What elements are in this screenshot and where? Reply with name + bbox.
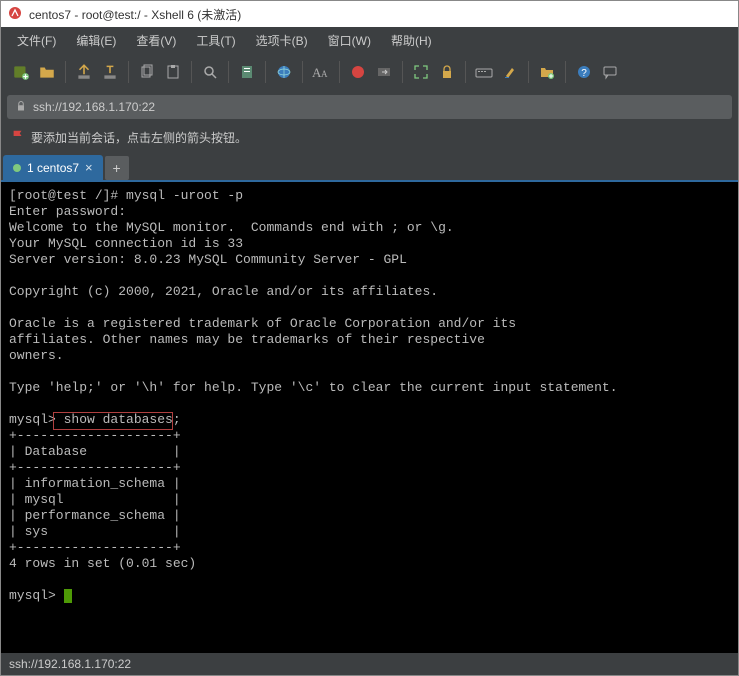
statusbar-text: ssh://192.168.1.170:22 xyxy=(9,657,131,671)
statusbar: ssh://192.168.1.170:22 xyxy=(1,653,738,675)
table-row: | sys | xyxy=(9,524,181,539)
transfer-button[interactable] xyxy=(372,60,396,84)
add-tab-button[interactable]: + xyxy=(105,156,129,180)
sql-command: show databases; xyxy=(64,412,181,427)
table-separator: +--------------------+ xyxy=(9,540,181,555)
open-session-button[interactable] xyxy=(35,60,59,84)
terminal-line: [root@test /]# mysql -uroot -p xyxy=(9,188,243,203)
terminal-line: Type 'help;' or '\h' for help. Type '\c'… xyxy=(9,380,618,395)
separator xyxy=(402,61,403,83)
menu-view[interactable]: 查看(V) xyxy=(128,29,184,52)
table-row: | mysql | xyxy=(9,492,181,507)
tab-session[interactable]: 1 centos7 × xyxy=(3,155,103,180)
separator xyxy=(339,61,340,83)
terminal[interactable]: [root@test /]# mysql -uroot -p Enter pas… xyxy=(1,180,738,653)
keyboard-button[interactable] xyxy=(472,60,496,84)
app-icon xyxy=(7,5,23,24)
highlight-button[interactable] xyxy=(498,60,522,84)
address-text: ssh://192.168.1.170:22 xyxy=(33,100,155,114)
separator xyxy=(265,61,266,83)
separator xyxy=(65,61,66,83)
table-separator: +--------------------+ xyxy=(9,428,181,443)
mysql-prompt: mysql> xyxy=(9,412,64,427)
new-session-button[interactable] xyxy=(9,60,33,84)
terminal-line: Welcome to the MySQL monitor. Commands e… xyxy=(9,220,454,235)
separator xyxy=(191,61,192,83)
fullscreen-button[interactable] xyxy=(409,60,433,84)
infobar: 要添加当前会话，点击左侧的箭头按钮。 xyxy=(1,123,738,152)
menu-edit[interactable]: 编辑(E) xyxy=(68,29,124,52)
tab-label: 1 centos7 xyxy=(27,161,79,175)
properties-button[interactable] xyxy=(235,60,259,84)
menu-tabs[interactable]: 选项卡(B) xyxy=(248,29,316,52)
new-file-button[interactable] xyxy=(535,60,559,84)
table-row: | performance_schema | xyxy=(9,508,181,523)
lock-icon xyxy=(15,100,27,115)
svg-text:A: A xyxy=(321,69,328,79)
paste-button[interactable] xyxy=(161,60,185,84)
lock-button[interactable] xyxy=(435,60,459,84)
chat-button[interactable] xyxy=(598,60,622,84)
disconnect-button[interactable] xyxy=(98,60,122,84)
copy-button[interactable] xyxy=(135,60,159,84)
svg-text:?: ? xyxy=(581,68,587,79)
terminal-line: Server version: 8.0.23 MySQL Community S… xyxy=(9,252,407,267)
addressbar: ssh://192.168.1.170:22 xyxy=(1,91,738,123)
connected-icon xyxy=(13,164,21,172)
terminal-line: Your MySQL connection id is 33 xyxy=(9,236,243,251)
help-button[interactable]: ? xyxy=(572,60,596,84)
table-row: | information_schema | xyxy=(9,476,181,491)
terminal-line: owners. xyxy=(9,348,64,363)
close-icon[interactable]: × xyxy=(85,160,93,175)
table-header: | Database | xyxy=(9,444,181,459)
window-title: centos7 - root@test:/ - Xshell 6 (未激活) xyxy=(29,6,241,23)
separator xyxy=(528,61,529,83)
result-line: 4 rows in set (0.01 sec) xyxy=(9,556,196,571)
terminal-line: Enter password: xyxy=(9,204,126,219)
terminal-line: Oracle is a registered trademark of Orac… xyxy=(9,316,516,331)
menubar: 文件(F) 编辑(E) 查看(V) 工具(T) 选项卡(B) 窗口(W) 帮助(… xyxy=(1,27,738,53)
address-input[interactable]: ssh://192.168.1.170:22 xyxy=(7,95,732,119)
infobar-text: 要添加当前会话，点击左侧的箭头按钮。 xyxy=(31,129,247,146)
tabstrip: 1 centos7 × + xyxy=(1,152,738,180)
font-button[interactable]: AA xyxy=(309,60,333,84)
toolbar: AA ? xyxy=(1,53,738,91)
separator xyxy=(465,61,466,83)
separator xyxy=(128,61,129,83)
table-separator: +--------------------+ xyxy=(9,460,181,475)
menu-help[interactable]: 帮助(H) xyxy=(383,29,440,52)
mysql-prompt: mysql> xyxy=(9,588,64,603)
reconnect-button[interactable] xyxy=(72,60,96,84)
cursor xyxy=(64,589,72,603)
separator xyxy=(565,61,566,83)
menu-window[interactable]: 窗口(W) xyxy=(320,29,379,52)
find-button[interactable] xyxy=(198,60,222,84)
xshell-icon[interactable] xyxy=(346,60,370,84)
terminal-line: Copyright (c) 2000, 2021, Oracle and/or … xyxy=(9,284,438,299)
globe-button[interactable] xyxy=(272,60,296,84)
separator xyxy=(228,61,229,83)
separator xyxy=(302,61,303,83)
terminal-line: affiliates. Other names may be trademark… xyxy=(9,332,485,347)
app-window: centos7 - root@test:/ - Xshell 6 (未激活) 文… xyxy=(0,0,739,676)
menu-tools[interactable]: 工具(T) xyxy=(188,29,243,52)
titlebar: centos7 - root@test:/ - Xshell 6 (未激活) xyxy=(1,1,738,27)
flag-icon xyxy=(11,129,25,146)
menu-file[interactable]: 文件(F) xyxy=(9,29,64,52)
